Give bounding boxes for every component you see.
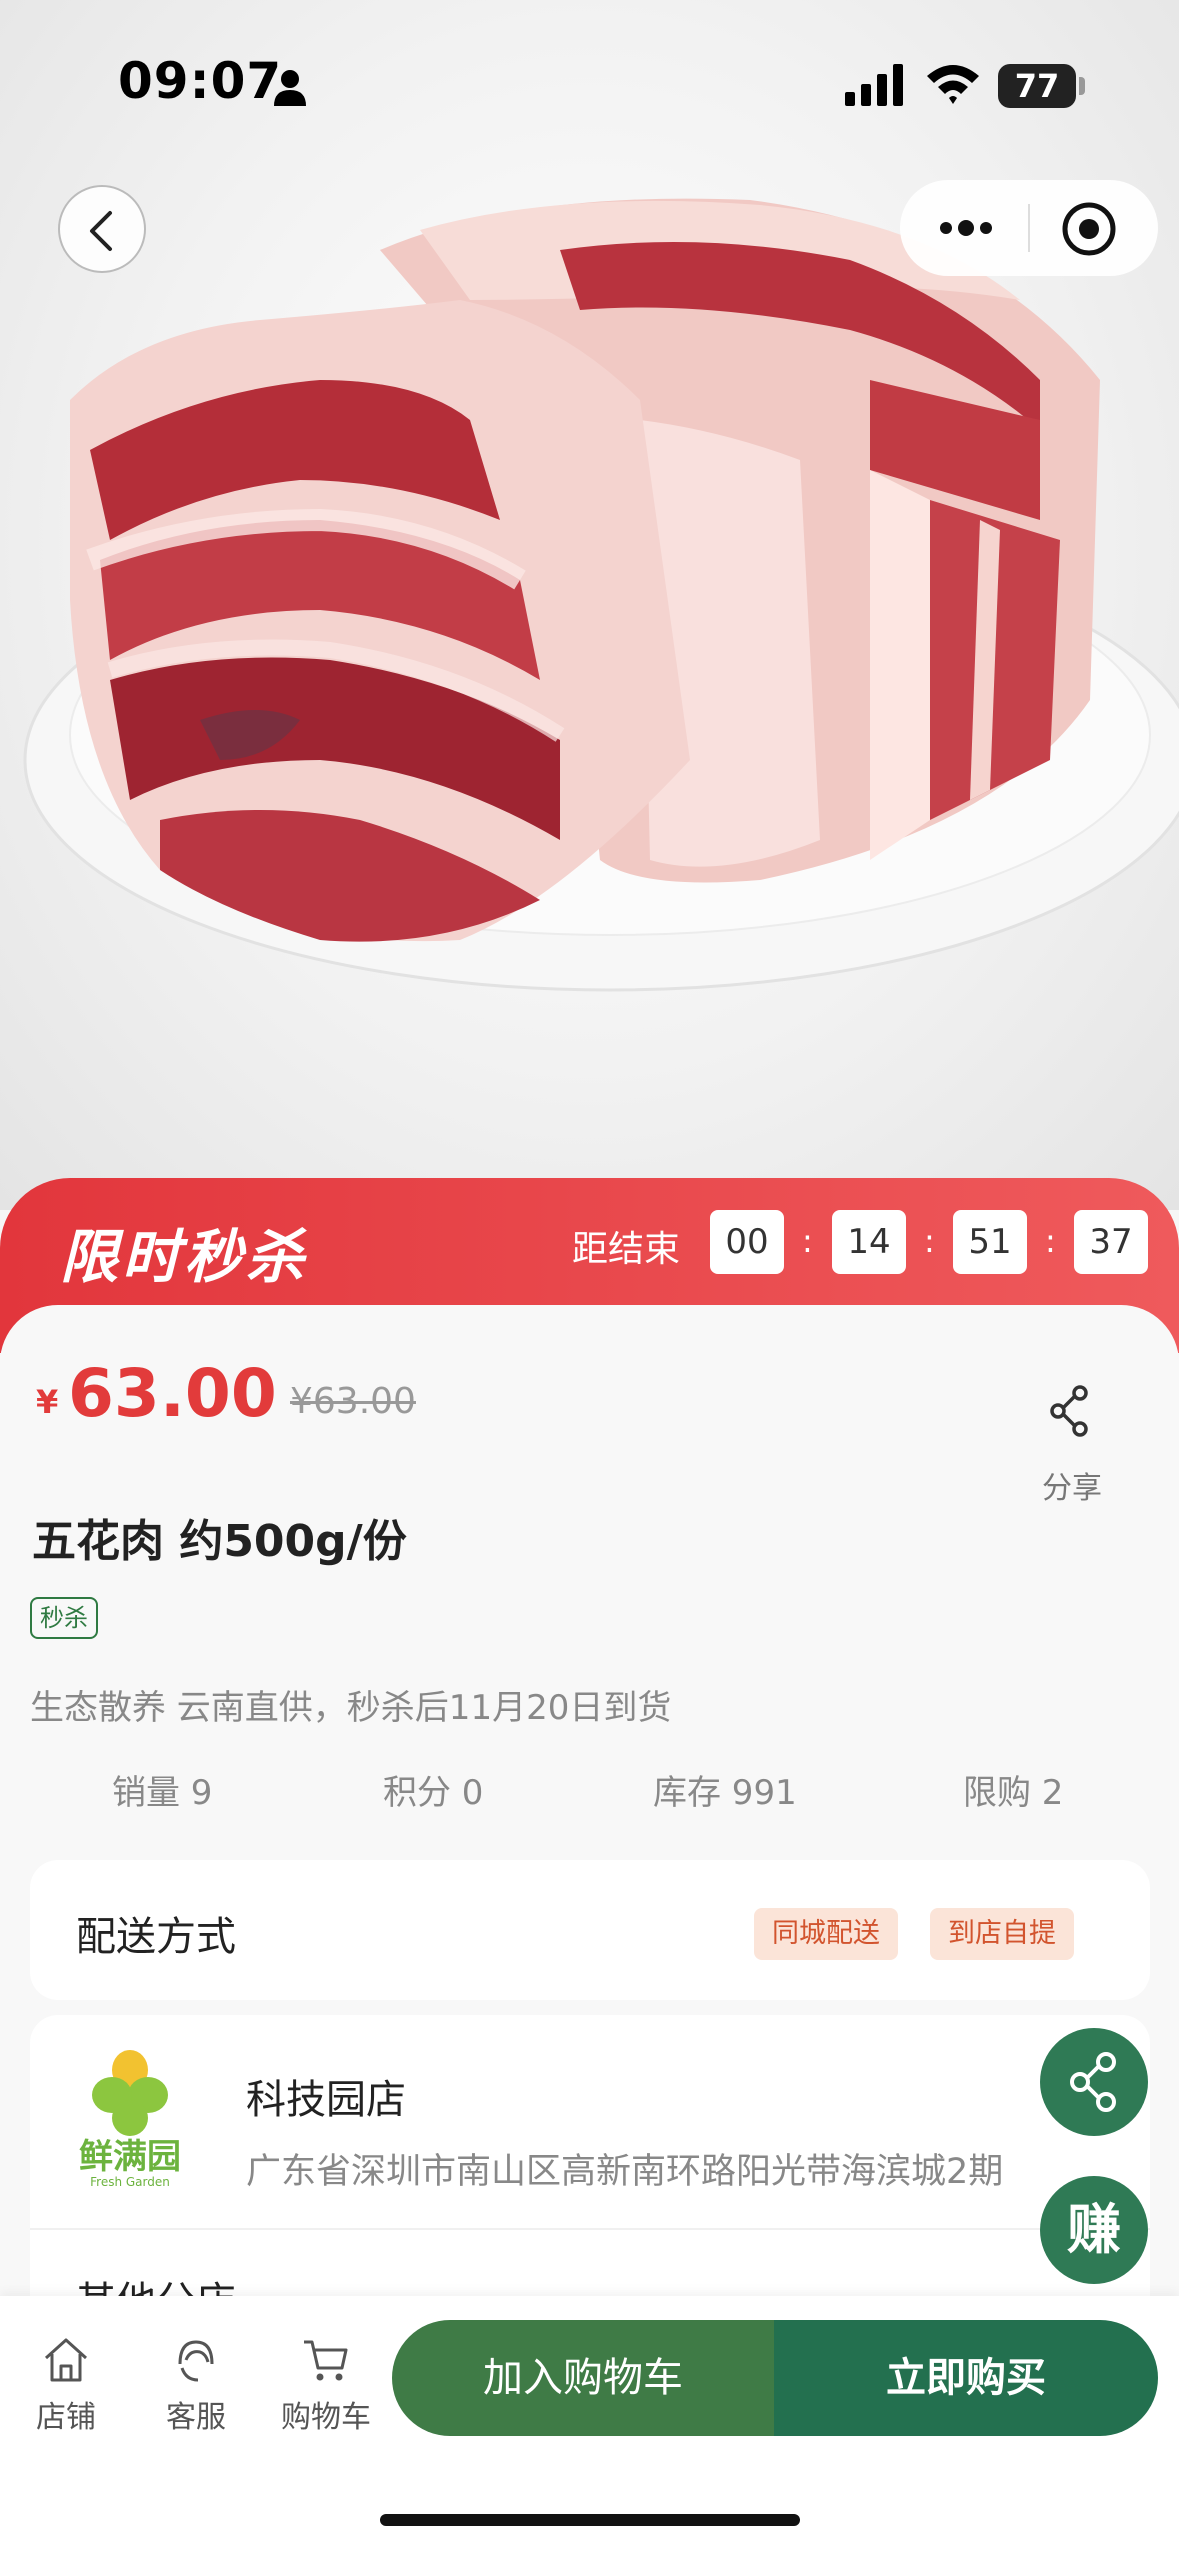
divider (30, 2228, 1150, 2230)
back-button[interactable] (58, 185, 146, 273)
store-address: 广东省深圳市南山区高新南环路阳光带海滨城2期 (246, 2152, 1004, 2192)
person-icon (274, 70, 306, 106)
store-name: 科技园店 (246, 2077, 406, 2123)
nav-cart-label: 购物车 (281, 2400, 371, 2435)
sales-count: 销量 9 (112, 1773, 213, 1813)
delivery-option-pickup[interactable]: 到店自提 (930, 1908, 1074, 1960)
store-logo: 鲜满园 Fresh Garden (79, 2050, 181, 2189)
nav-cart[interactable]: 购物车 (276, 2334, 376, 2436)
floating-share-button[interactable] (1040, 2028, 1148, 2136)
share-icon (1070, 2052, 1116, 2112)
battery-tip (1079, 77, 1085, 95)
battery-icon: 77 (998, 64, 1076, 108)
points: 积分 0 (383, 1773, 484, 1813)
nav-customer-service[interactable]: 客服 (146, 2334, 246, 2436)
store-logo-subtext: Fresh Garden (90, 2175, 170, 2189)
signal-icon (845, 64, 903, 106)
delivery-method-row[interactable]: 配送方式 同城配送 到店自提 (30, 1860, 1150, 2000)
share-icon[interactable] (1040, 1381, 1100, 1441)
product-name: 五花肉 约500g/份 (32, 1516, 407, 1567)
countdown-days: 00 (710, 1210, 784, 1274)
store-logo-text: 鲜满园 (79, 2137, 181, 2177)
miniprogram-capsule (900, 180, 1158, 276)
home-indicator (380, 2514, 800, 2526)
wifi-icon (927, 65, 979, 104)
flash-sale-tag: 秒杀 (30, 1597, 98, 1639)
add-to-cart-button[interactable]: 加入购物车 (392, 2320, 774, 2436)
buy-now-button[interactable]: 立即购买 (774, 2320, 1158, 2436)
delivery-option-local[interactable]: 同城配送 (754, 1908, 898, 1960)
price-currency: ¥ (36, 1383, 59, 1421)
product-info-card: ¥ 63.00 ¥63.00 分享 五花肉 约500g/份 秒杀 生态散养 云南… (0, 1305, 1179, 2345)
countdown-separator: : (1045, 1222, 1056, 1260)
original-price: ¥63.00 (290, 1381, 416, 1422)
close-miniprogram-icon[interactable] (1060, 200, 1118, 258)
countdown-label: 距结束 (572, 1229, 681, 1270)
countdown-separator: : (924, 1222, 935, 1260)
countdown-separator: : (802, 1222, 813, 1260)
countdown-seconds: 37 (1074, 1210, 1148, 1274)
headset-icon (178, 2340, 214, 2382)
nav-store[interactable]: 店铺 (16, 2334, 116, 2436)
countdown-hours: 14 (832, 1210, 906, 1274)
status-time: 09:07 (118, 52, 283, 110)
cart-icon (304, 2340, 348, 2381)
chevron-left-icon (90, 211, 112, 251)
countdown-minutes: 51 (953, 1210, 1027, 1274)
flash-sale-title: 限时秒杀 (60, 1223, 309, 1291)
product-description: 生态散养 云南直供，秒杀后11月20日到货 (30, 1688, 672, 1728)
share-label[interactable]: 分享 (1042, 1463, 1102, 1507)
purchase-limit: 限购 2 (963, 1773, 1064, 1813)
stock: 库存 991 (653, 1773, 797, 1813)
earn-button[interactable]: 赚 (1040, 2176, 1148, 2284)
status-bar: 09:07 77 (0, 0, 1179, 170)
delivery-label: 配送方式 (76, 1914, 236, 1960)
nav-customer-service-label: 客服 (166, 2400, 226, 2435)
sale-price: 63.00 (68, 1355, 277, 1432)
home-icon (44, 2338, 88, 2382)
more-icon[interactable] (934, 204, 998, 252)
capsule-divider (1028, 204, 1030, 252)
nav-store-label: 店铺 (36, 2400, 96, 2435)
